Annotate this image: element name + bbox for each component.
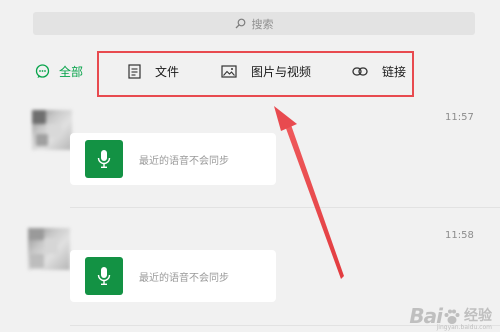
tab-all[interactable]: 全部 [35, 62, 83, 80]
filter-tabs: 全部 文件 图片与视频 链接 [0, 56, 500, 88]
search-bar[interactable]: 搜索 [33, 12, 475, 35]
voice-message-card[interactable]: 最近的语音不会同步 [70, 250, 276, 302]
microphone-icon [85, 257, 123, 295]
message-divider [70, 207, 500, 208]
message-time: 11:57 [445, 112, 474, 123]
tab-links-label: 链接 [382, 64, 407, 79]
tab-files-label: 文件 [155, 64, 180, 79]
microphone-icon [85, 140, 123, 178]
tab-all-label: 全部 [59, 64, 84, 79]
tab-media[interactable]: 图片与视频 [221, 62, 311, 80]
watermark-site: jingyan.baidu.com [436, 324, 492, 331]
message-time: 11:58 [445, 230, 474, 241]
search-placeholder: 搜索 [251, 17, 274, 31]
tab-links[interactable]: 链接 [352, 62, 406, 80]
tab-files[interactable]: 文件 [128, 62, 179, 80]
chat-files-panel: 搜索 全部 文件 图片与视频 链接 11:57 最近的语音不会同步 11:58 … [0, 0, 500, 332]
image-icon [221, 64, 237, 78]
document-icon [128, 63, 141, 79]
voice-message-text: 最近的语音不会同步 [139, 272, 229, 284]
watermark-suffix: 经验 [464, 308, 492, 324]
avatar [28, 228, 70, 270]
voice-message-text: 最近的语音不会同步 [139, 155, 229, 167]
chat-bubble-icon [35, 63, 50, 78]
tab-media-label: 图片与视频 [251, 64, 312, 79]
avatar [32, 110, 72, 150]
watermark: Bai 经验 jingyan.baidu.com [409, 304, 492, 331]
search-icon [235, 18, 245, 29]
voice-message-card[interactable]: 最近的语音不会同步 [70, 133, 276, 185]
link-icon [352, 66, 368, 76]
